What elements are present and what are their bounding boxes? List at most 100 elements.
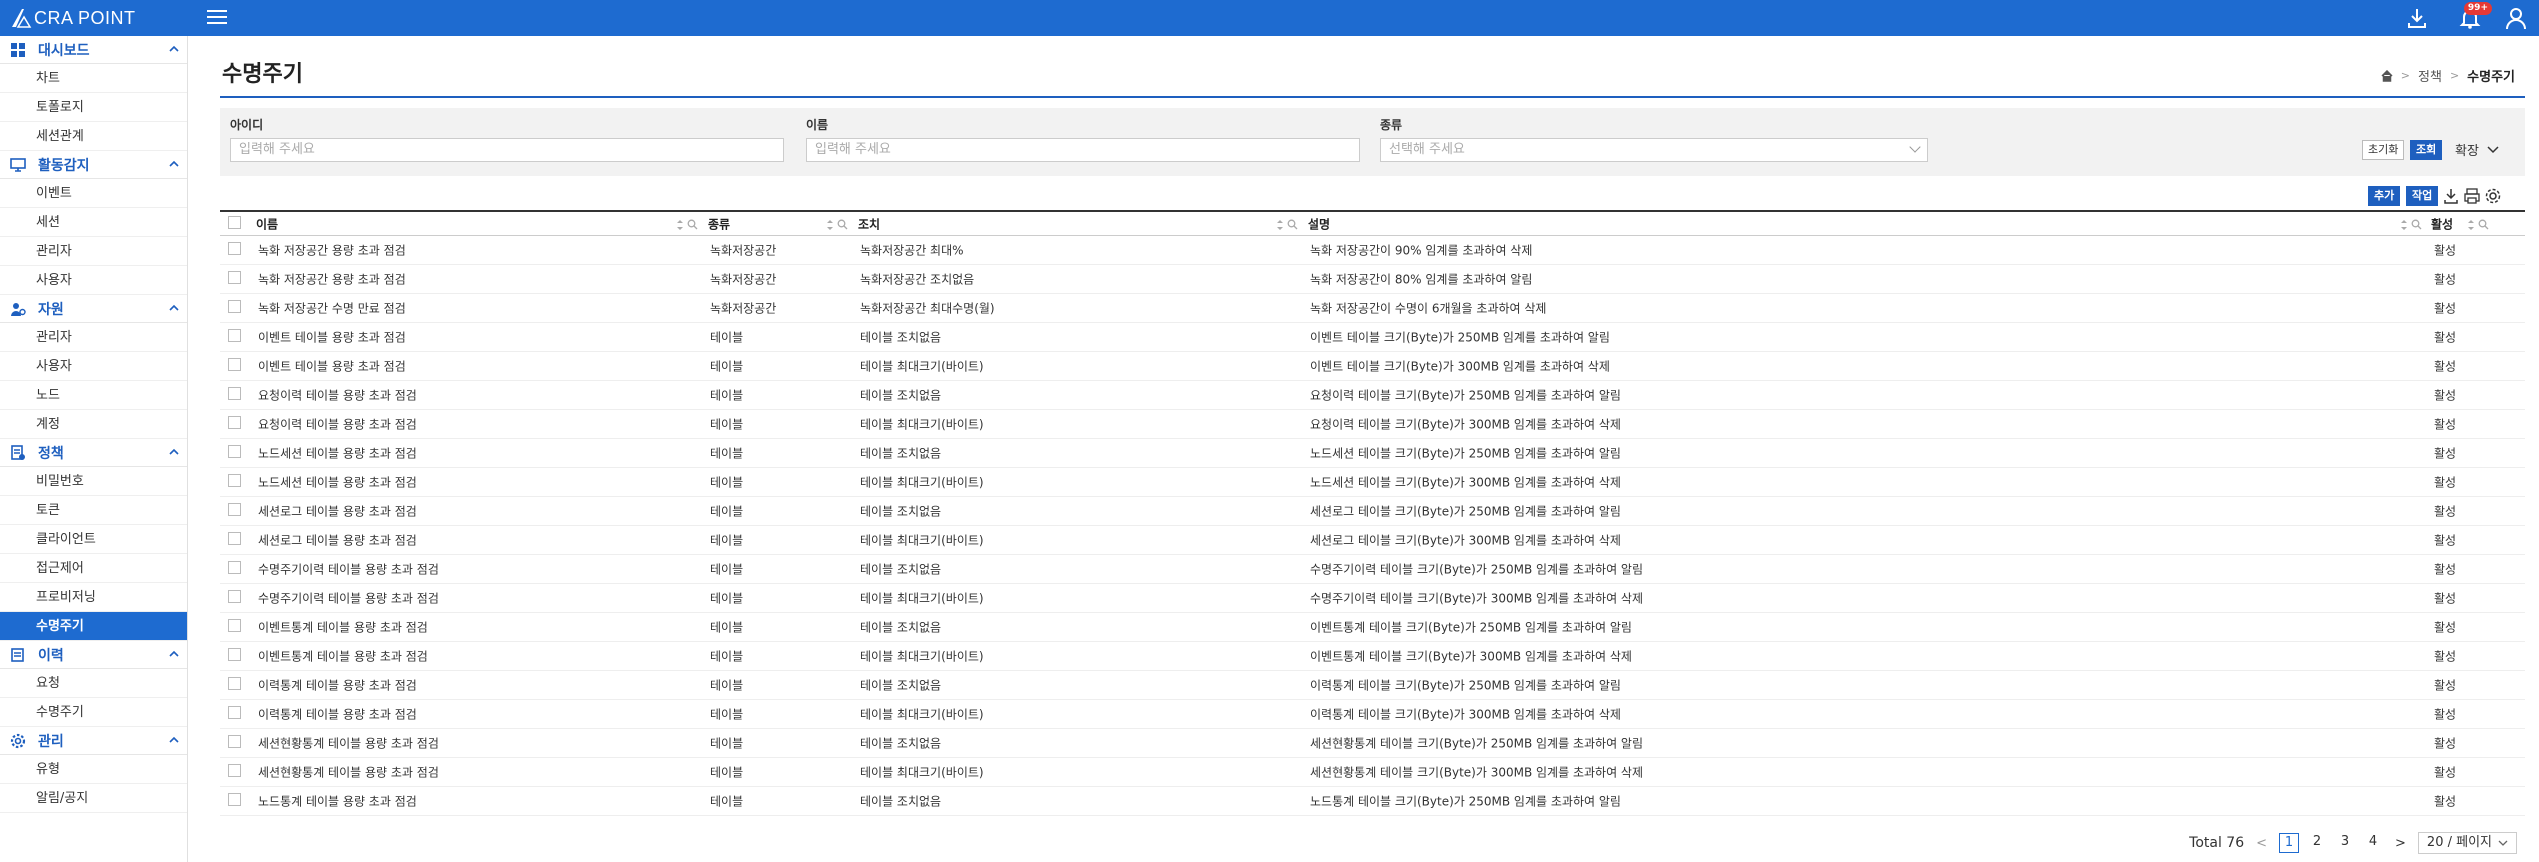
add-button[interactable]: 추가 <box>2368 186 2401 206</box>
row-checkbox[interactable] <box>228 677 241 693</box>
type-select[interactable]: 선택해 주세요 <box>1380 138 1928 162</box>
id-input[interactable]: 입력해 주세요 <box>230 138 784 162</box>
table-row[interactable]: 이벤트 테이블 용량 초과 점검 테이블 테이블 조치없음 이벤트 테이블 크기(By… <box>220 323 2525 352</box>
sidebar-item[interactable]: 계정 <box>0 410 187 439</box>
table-row[interactable]: 노드세션 테이블 용량 초과 점검 테이블 테이블 최대크기(바이트) 노드세션 테이… <box>220 468 2525 497</box>
name-input[interactable]: 입력해 주세요 <box>806 138 1360 162</box>
sidebar-group-3[interactable]: 정책 <box>0 439 187 467</box>
select-all-checkbox[interactable] <box>228 215 241 229</box>
row-checkbox[interactable] <box>228 416 241 432</box>
sidebar-item[interactable]: 관리자 <box>0 323 187 352</box>
chevron-up-icon[interactable] <box>169 159 179 169</box>
action-button[interactable]: 작업 <box>2406 186 2439 206</box>
page-size-select[interactable]: 20 / 페이지 <box>2417 832 2517 854</box>
sidebar-item[interactable]: 세션관계 <box>0 122 187 151</box>
row-checkbox[interactable] <box>228 445 241 461</box>
table-row[interactable]: 이벤트통계 테이블 용량 초과 점검 테이블 테이블 조치없음 이벤트통계 테이블 크… <box>220 613 2525 642</box>
row-checkbox[interactable] <box>228 329 241 345</box>
settings-icon[interactable] <box>2484 187 2502 205</box>
sort-icon[interactable] <box>826 219 834 231</box>
reset-button-alt[interactable]: 초기화 <box>2362 140 2405 160</box>
sidebar-item[interactable]: 이벤트 <box>0 179 187 208</box>
sidebar-item[interactable]: 요청 <box>0 669 187 698</box>
table-row[interactable]: 녹화 저장공간 용량 초과 점검 녹화저장공간 녹화저장공간 조치없음 녹화 저장공간… <box>220 265 2525 294</box>
search-icon[interactable] <box>1287 219 1298 230</box>
sidebar-group-5[interactable]: 관리 <box>0 727 187 755</box>
row-checkbox[interactable] <box>228 619 241 635</box>
sidebar-group-4[interactable]: 이력 <box>0 641 187 669</box>
table-row[interactable]: 수명주기이력 테이블 용량 초과 점검 테이블 테이블 조치없음 수명주기이력 테이블… <box>220 555 2525 584</box>
row-checkbox[interactable] <box>228 764 241 780</box>
export-icon[interactable] <box>2442 187 2460 205</box>
sort-icon[interactable] <box>1276 219 1284 231</box>
sort-icon[interactable] <box>2400 219 2408 231</box>
column-header-type[interactable]: 종류 <box>708 215 730 232</box>
row-checkbox[interactable] <box>228 503 241 519</box>
search-icon[interactable] <box>2411 219 2422 230</box>
logo[interactable]: CRA POINT <box>10 4 136 32</box>
table-row[interactable]: 세션현황통계 테이블 용량 초과 점검 테이블 테이블 최대크기(바이트) 세션현황통… <box>220 758 2525 787</box>
sidebar-item[interactable]: 클라이언트 <box>0 525 187 554</box>
search-icon[interactable] <box>2478 219 2489 230</box>
sort-icon[interactable] <box>2467 219 2475 231</box>
page-number[interactable]: 4 <box>2363 833 2383 853</box>
sidebar-item[interactable]: 토큰 <box>0 496 187 525</box>
sidebar-group-0[interactable]: 대시보드 <box>0 36 187 64</box>
table-row[interactable]: 이력통계 테이블 용량 초과 점검 테이블 테이블 최대크기(바이트) 이력통계 테이… <box>220 700 2525 729</box>
sidebar-item[interactable]: 사용자 <box>0 352 187 381</box>
prev-page-icon[interactable]: < <box>2256 836 2267 851</box>
notification-button[interactable]: 99+ <box>2456 2 2492 32</box>
page-number[interactable]: 3 <box>2335 833 2355 853</box>
sidebar-group-1[interactable]: 활동감지 <box>0 151 187 179</box>
chevron-up-icon[interactable] <box>169 649 179 659</box>
row-checkbox[interactable] <box>228 474 241 490</box>
row-checkbox[interactable] <box>228 271 241 287</box>
sidebar-item[interactable]: 세션 <box>0 208 187 237</box>
sidebar-item[interactable]: 유형 <box>0 755 187 784</box>
table-row[interactable]: 세션로그 테이블 용량 초과 점검 테이블 테이블 최대크기(바이트) 세션로그 테이… <box>220 526 2525 555</box>
table-row[interactable]: 노드통계 테이블 용량 초과 점검 테이블 테이블 조치없음 노드통계 테이블 크기(… <box>220 787 2525 816</box>
next-page-icon[interactable]: > <box>2395 836 2406 851</box>
home-icon[interactable] <box>2381 69 2393 82</box>
table-row[interactable]: 녹화 저장공간 수명 만료 점검 녹화저장공간 녹화저장공간 최대수명(월) 녹화 저… <box>220 294 2525 323</box>
column-header-name[interactable]: 이름 <box>256 215 278 232</box>
menu-toggle-icon[interactable] <box>205 6 229 30</box>
chevron-up-icon[interactable] <box>169 44 179 54</box>
table-row[interactable]: 이벤트통계 테이블 용량 초과 점검 테이블 테이블 최대크기(바이트) 이벤트통계 … <box>220 642 2525 671</box>
sidebar-item[interactable]: 노드 <box>0 381 187 410</box>
page-number[interactable]: 2 <box>2307 833 2327 853</box>
chevron-up-icon[interactable] <box>169 735 179 745</box>
row-checkbox[interactable] <box>228 793 241 809</box>
table-row[interactable]: 요청이력 테이블 용량 초과 점검 테이블 테이블 조치없음 요청이력 테이블 크기(… <box>220 381 2525 410</box>
table-row[interactable]: 녹화 저장공간 용량 초과 점검 녹화저장공간 녹화저장공간 최대% 녹화 저장공간이… <box>220 236 2525 265</box>
sidebar-item[interactable]: 차트 <box>0 64 187 93</box>
row-checkbox[interactable] <box>228 532 241 548</box>
row-checkbox[interactable] <box>228 242 241 258</box>
table-row[interactable]: 세션현황통계 테이블 용량 초과 점검 테이블 테이블 조치없음 세션현황통계 테이블… <box>220 729 2525 758</box>
user-icon[interactable] <box>2502 4 2530 32</box>
sidebar-item[interactable]: 토폴로지 <box>0 93 187 122</box>
sidebar-item[interactable]: 비밀번호 <box>0 467 187 496</box>
row-checkbox[interactable] <box>228 706 241 722</box>
sidebar-group-2[interactable]: 자원 <box>0 295 187 323</box>
column-header-description[interactable]: 설명 <box>1308 215 1330 232</box>
table-row[interactable]: 수명주기이력 테이블 용량 초과 점검 테이블 테이블 최대크기(바이트) 수명주기이… <box>220 584 2525 613</box>
sort-icon[interactable] <box>676 219 684 231</box>
row-checkbox[interactable] <box>228 387 241 403</box>
sidebar-item[interactable]: 수명주기 <box>0 698 187 727</box>
table-row[interactable]: 노드세션 테이블 용량 초과 점검 테이블 테이블 조치없음 노드세션 테이블 크기(… <box>220 439 2525 468</box>
sidebar-item[interactable]: 알림/공지 <box>0 784 187 813</box>
sidebar-item[interactable]: 관리자 <box>0 237 187 266</box>
column-header-status[interactable]: 활성 <box>2431 215 2453 232</box>
page-number[interactable]: 1 <box>2279 833 2300 853</box>
breadcrumb-item[interactable]: 정책 <box>2418 66 2442 85</box>
print-icon[interactable] <box>2463 187 2481 205</box>
table-row[interactable]: 세션로그 테이블 용량 초과 점검 테이블 테이블 조치없음 세션로그 테이블 크기(… <box>220 497 2525 526</box>
sidebar-item[interactable]: 수명주기 <box>0 612 187 641</box>
expand-toggle[interactable]: 확장 <box>2455 140 2499 159</box>
sidebar-item[interactable]: 프로비저닝 <box>0 583 187 612</box>
row-checkbox[interactable] <box>228 735 241 751</box>
chevron-up-icon[interactable] <box>169 447 179 457</box>
search-icon[interactable] <box>687 219 698 230</box>
download-icon[interactable] <box>2403 4 2431 32</box>
